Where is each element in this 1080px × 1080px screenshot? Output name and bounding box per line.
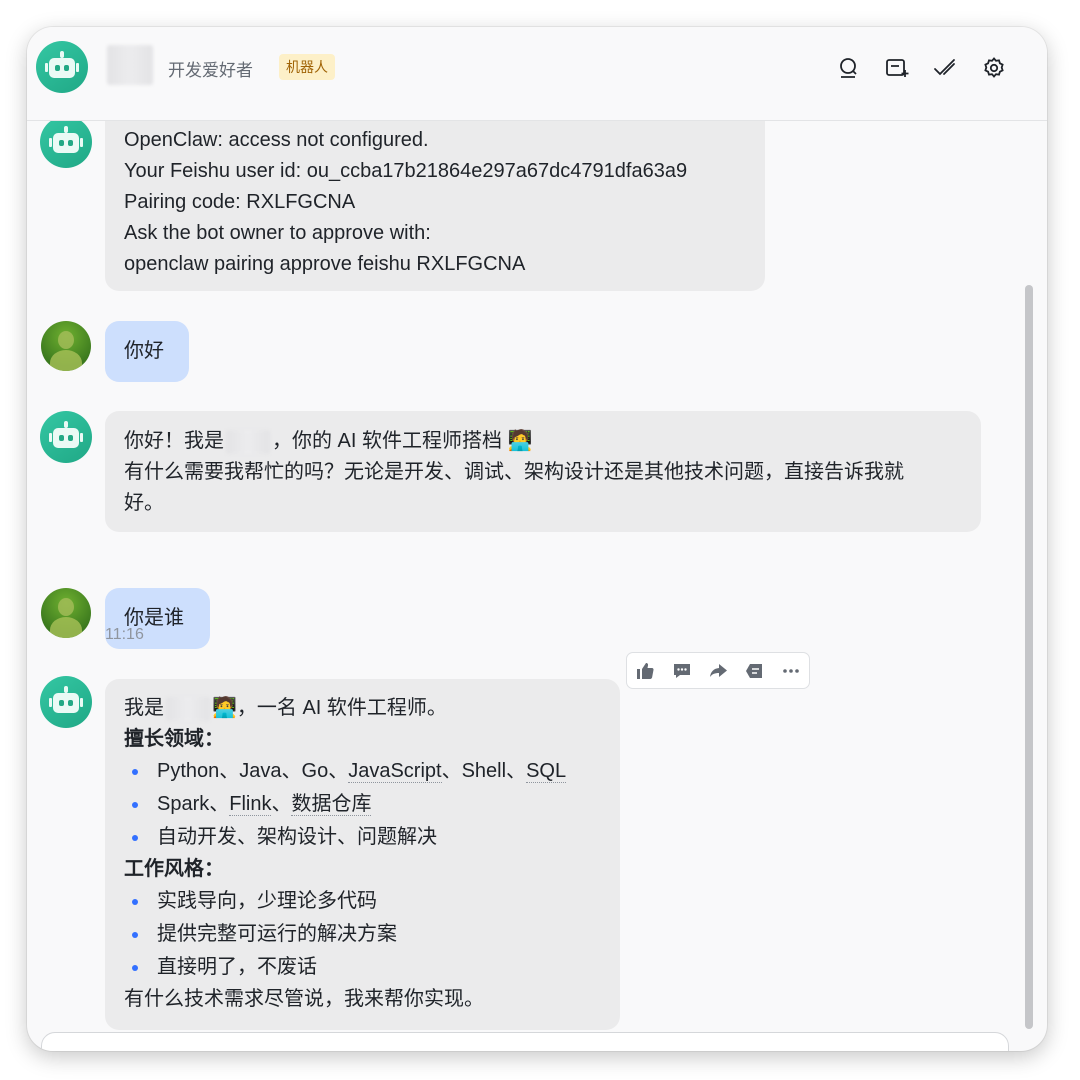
entity-link[interactable]: 数据仓库	[291, 793, 372, 816]
list-item: 自动开发、架构设计、问题解决	[124, 821, 601, 854]
settings-icon[interactable]	[982, 56, 1006, 80]
section-heading: 工作风格：	[124, 858, 224, 880]
user-avatar[interactable]	[41, 588, 91, 638]
reply-icon[interactable]	[736, 653, 772, 688]
user-avatar[interactable]	[41, 321, 91, 371]
thumbs-up-icon[interactable]	[627, 653, 663, 688]
entity-link[interactable]: Flink	[229, 793, 272, 816]
redacted-bot-name	[107, 45, 153, 85]
user-message-bubble[interactable]: 你好	[105, 321, 189, 382]
chat-subtitle: 开发爱好者	[168, 61, 253, 80]
more-icon[interactable]	[773, 653, 809, 688]
chat-window: 开发爱好者 机器人 OpenClaw: access not configure…	[27, 27, 1047, 1051]
message-line: 好。	[124, 492, 164, 514]
style-list: 实践导向，少理论多代码 提供完整可运行的解决方案 直接明了，不废话	[124, 885, 601, 984]
message-line: 有什么技术需求尽管说，我来帮你实现。	[124, 988, 484, 1010]
message-line: 我是 🧑‍💻，一名 AI 软件工程师。	[124, 696, 447, 721]
list-item: 实践导向，少理论多代码	[124, 885, 601, 918]
entity-link[interactable]: SQL	[526, 760, 567, 783]
bot-avatar[interactable]	[36, 41, 88, 93]
chat-scrollbar[interactable]	[1025, 285, 1033, 1029]
comment-icon[interactable]	[663, 653, 699, 688]
list-item: 直接明了，不废话	[124, 951, 601, 984]
add-tab-icon[interactable]	[885, 56, 909, 80]
bot-avatar[interactable]	[40, 116, 92, 168]
list-item: Spark、Flink、数据仓库	[124, 788, 601, 821]
redacted-bot-name	[226, 429, 270, 454]
message-line: OpenClaw: access not configured.	[124, 129, 429, 151]
section-heading: 擅长领域：	[124, 728, 224, 750]
message-line: Pairing code: RXLFGCNA	[124, 191, 356, 213]
redacted-bot-name	[166, 696, 210, 721]
message-line: Ask the bot owner to approve with:	[124, 222, 431, 244]
message-line: 有什么需要我帮忙的吗？无论是开发、调试、架构设计还是其他技术问题，直接告诉我就	[124, 461, 904, 483]
entity-link[interactable]: JavaScript	[348, 760, 442, 783]
message-timestamp: 11:16	[105, 626, 144, 643]
bot-avatar[interactable]	[40, 411, 92, 463]
message-action-toolbar	[626, 652, 810, 689]
message-line: openclaw pairing approve feishu RXLFGCNA	[124, 253, 526, 275]
skills-list: Python、Java、Go、JavaScript、Shell、SQL Spar…	[124, 755, 601, 854]
bot-message-bubble[interactable]: 我是 🧑‍💻，一名 AI 软件工程师。 擅长领域： Python、Java、Go、…	[105, 679, 620, 1030]
bot-avatar[interactable]	[40, 676, 92, 728]
forward-icon[interactable]	[700, 653, 736, 688]
search-icon[interactable]	[836, 56, 860, 80]
message-list[interactable]: OpenClaw: access not configured. Your Fe…	[27, 96, 1047, 1030]
list-item: 提供完整可运行的解决方案	[124, 918, 601, 951]
message-line: Your Feishu user id: ou_ccba17b21864e297…	[124, 160, 688, 182]
bot-tag-badge: 机器人	[279, 54, 335, 80]
chat-header: 开发爱好者 机器人	[27, 27, 1047, 121]
checkmark-icon[interactable]	[933, 56, 957, 80]
list-item: Python、Java、Go、JavaScript、Shell、SQL	[124, 755, 601, 788]
message-text: 你好	[124, 340, 164, 362]
message-input[interactable]	[41, 1032, 1009, 1051]
bot-message-bubble[interactable]: OpenClaw: access not configured. Your Fe…	[105, 96, 765, 291]
bot-message-bubble[interactable]: 你好！我是 ，你的 AI 软件工程师搭档 🧑‍💻 有什么需要我帮忙的吗？无论是开发…	[105, 411, 981, 532]
message-line: 你好！我是 ，你的 AI 软件工程师搭档 🧑‍💻	[124, 429, 533, 454]
